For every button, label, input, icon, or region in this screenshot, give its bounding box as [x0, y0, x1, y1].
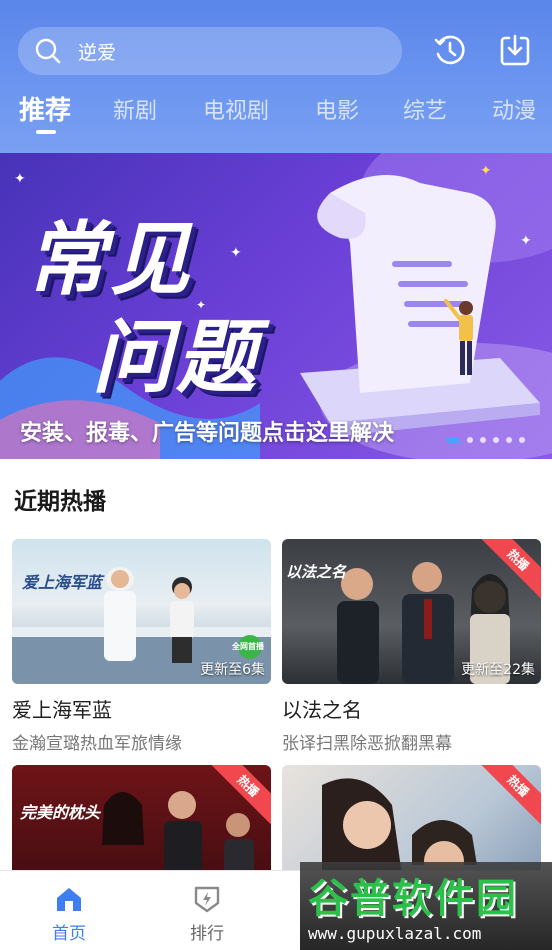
- nav-ranking[interactable]: 排行: [172, 881, 242, 944]
- site-watermark: 谷普软件园 www.gupuxlazal.com: [300, 862, 552, 950]
- carousel-indicator: [446, 437, 525, 443]
- video-title[interactable]: 爱上海军蓝: [12, 694, 271, 723]
- banner-caption[interactable]: 安装、报毒、广告等问题点击这里解决: [20, 415, 394, 447]
- svg-text:✦: ✦: [230, 245, 242, 261]
- download-icon[interactable]: [497, 32, 533, 68]
- ranking-icon: [194, 886, 220, 913]
- video-card[interactable]: 爱上海军蓝 全网首播 更新至6集 爱上海军蓝 金瀚宣璐热血军旅情缘: [12, 539, 271, 754]
- tab-variety[interactable]: 综艺: [403, 93, 447, 125]
- carousel-dot: [480, 437, 486, 443]
- carousel-dot: [446, 437, 460, 443]
- section-title: 近期热播: [14, 489, 106, 515]
- carousel-dot: [467, 437, 473, 443]
- poster-title: 完美的枕头: [20, 803, 101, 822]
- carousel-dot: [519, 437, 525, 443]
- tab-new-drama[interactable]: 新剧: [113, 93, 157, 125]
- video-card[interactable]: 以法之名 热播 更新至22集 以法之名 张译扫黑除恶掀翻黑幕: [282, 539, 541, 754]
- poster-title: 以法之名: [286, 563, 347, 581]
- banner-carousel[interactable]: ✦ ✦ ✦ ✦ ✦ 常见 问题 安装、报毒、广告等问题点击这里解决: [0, 153, 552, 459]
- tab-anime[interactable]: 动漫: [492, 93, 536, 125]
- history-icon[interactable]: [432, 32, 468, 68]
- nav-home-label: 首页: [52, 924, 86, 944]
- watermark-brand: 谷普软件园: [308, 876, 518, 922]
- watermark-url: www.gupuxlazal.com: [308, 924, 482, 943]
- update-status: 更新至6集: [200, 662, 265, 678]
- top-header: 逆爱 推荐 新剧 电视剧 电影 综艺 动漫: [0, 0, 552, 153]
- video-subtitle: 金瀚宣璐热血军旅情缘: [12, 734, 182, 754]
- banner-title-line2: 问题: [92, 311, 260, 404]
- video-poster[interactable]: 爱上海军蓝 全网首播 更新至6集: [12, 539, 271, 684]
- video-subtitle: 张译扫黑除恶掀翻黑幕: [282, 734, 452, 754]
- search-input[interactable]: 逆爱: [78, 38, 116, 65]
- category-tabs: 推荐 新剧 电视剧 电影 综艺 动漫: [0, 93, 552, 133]
- exclusive-badge: 全网首播: [232, 642, 264, 651]
- video-poster[interactable]: 以法之名 热播 更新至22集: [282, 539, 541, 684]
- home-icon: [57, 888, 81, 911]
- search-icon: [35, 38, 61, 64]
- nav-ranking-label: 排行: [190, 924, 224, 944]
- search-bar[interactable]: 逆爱: [18, 27, 402, 75]
- svg-text:✦: ✦: [480, 163, 492, 179]
- tab-recommend[interactable]: 推荐: [19, 90, 71, 127]
- svg-text:✦: ✦: [520, 233, 532, 249]
- video-title[interactable]: 以法之名: [282, 694, 541, 723]
- poster-title: 爱上海军蓝: [22, 573, 103, 592]
- active-tab-indicator: [36, 130, 56, 134]
- tab-movies[interactable]: 电影: [315, 93, 359, 125]
- carousel-dot: [493, 437, 499, 443]
- nav-home[interactable]: 首页: [34, 881, 104, 944]
- tab-tv-series[interactable]: 电视剧: [203, 93, 269, 125]
- carousel-dot: [506, 437, 512, 443]
- svg-text:✦: ✦: [14, 171, 26, 187]
- update-status: 更新至22集: [461, 662, 535, 678]
